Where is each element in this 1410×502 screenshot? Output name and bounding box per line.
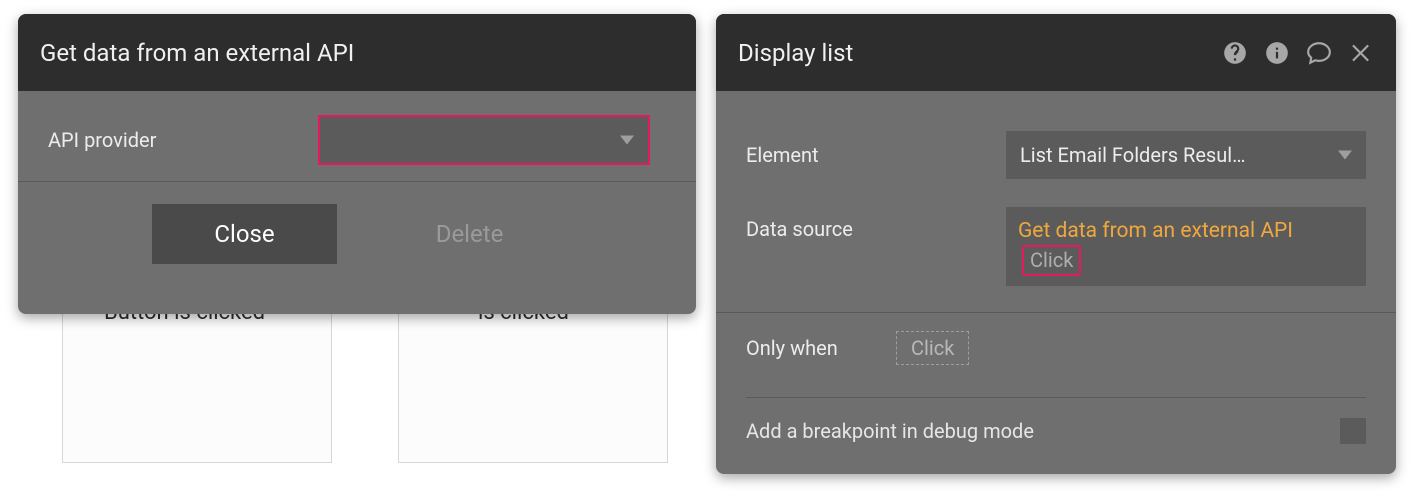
api-provider-label: API provider bbox=[48, 128, 298, 152]
comment-icon[interactable] bbox=[1306, 40, 1332, 66]
chevron-down-icon bbox=[620, 136, 634, 145]
breakpoint-checkbox[interactable] bbox=[1340, 418, 1366, 444]
panel-title: Display list bbox=[738, 39, 853, 67]
delete-button[interactable]: Delete bbox=[377, 204, 562, 264]
chevron-down-icon bbox=[1338, 151, 1352, 160]
data-source-expression[interactable]: Get data from an external API Click bbox=[1006, 207, 1366, 286]
element-label: Element bbox=[746, 143, 1006, 167]
api-call-editor-panel: Get data from an external API API provid… bbox=[18, 14, 696, 314]
api-provider-dropdown[interactable] bbox=[318, 115, 650, 165]
data-source-label: Data source bbox=[746, 207, 1006, 241]
close-button[interactable]: Close bbox=[152, 204, 337, 264]
panel-header: Get data from an external API bbox=[18, 14, 696, 91]
element-value: List Email Folders Resul… bbox=[1020, 143, 1246, 167]
only-when-label: Only when bbox=[746, 336, 896, 360]
panel-title: Get data from an external API bbox=[40, 39, 354, 67]
info-icon[interactable] bbox=[1264, 40, 1290, 66]
display-list-editor-panel: Display list Element List Email Folders … bbox=[716, 14, 1396, 474]
data-source-expression-text: Get data from an external API bbox=[1018, 219, 1293, 243]
element-dropdown[interactable]: List Email Folders Resul… bbox=[1006, 131, 1366, 179]
expression-click-placeholder[interactable]: Click bbox=[1022, 245, 1081, 276]
only-when-click-placeholder[interactable]: Click bbox=[896, 331, 969, 365]
breakpoint-label: Add a breakpoint in debug mode bbox=[746, 419, 1034, 443]
help-icon[interactable] bbox=[1222, 40, 1248, 66]
panel-header: Display list bbox=[716, 14, 1396, 91]
close-icon[interactable] bbox=[1348, 40, 1374, 66]
